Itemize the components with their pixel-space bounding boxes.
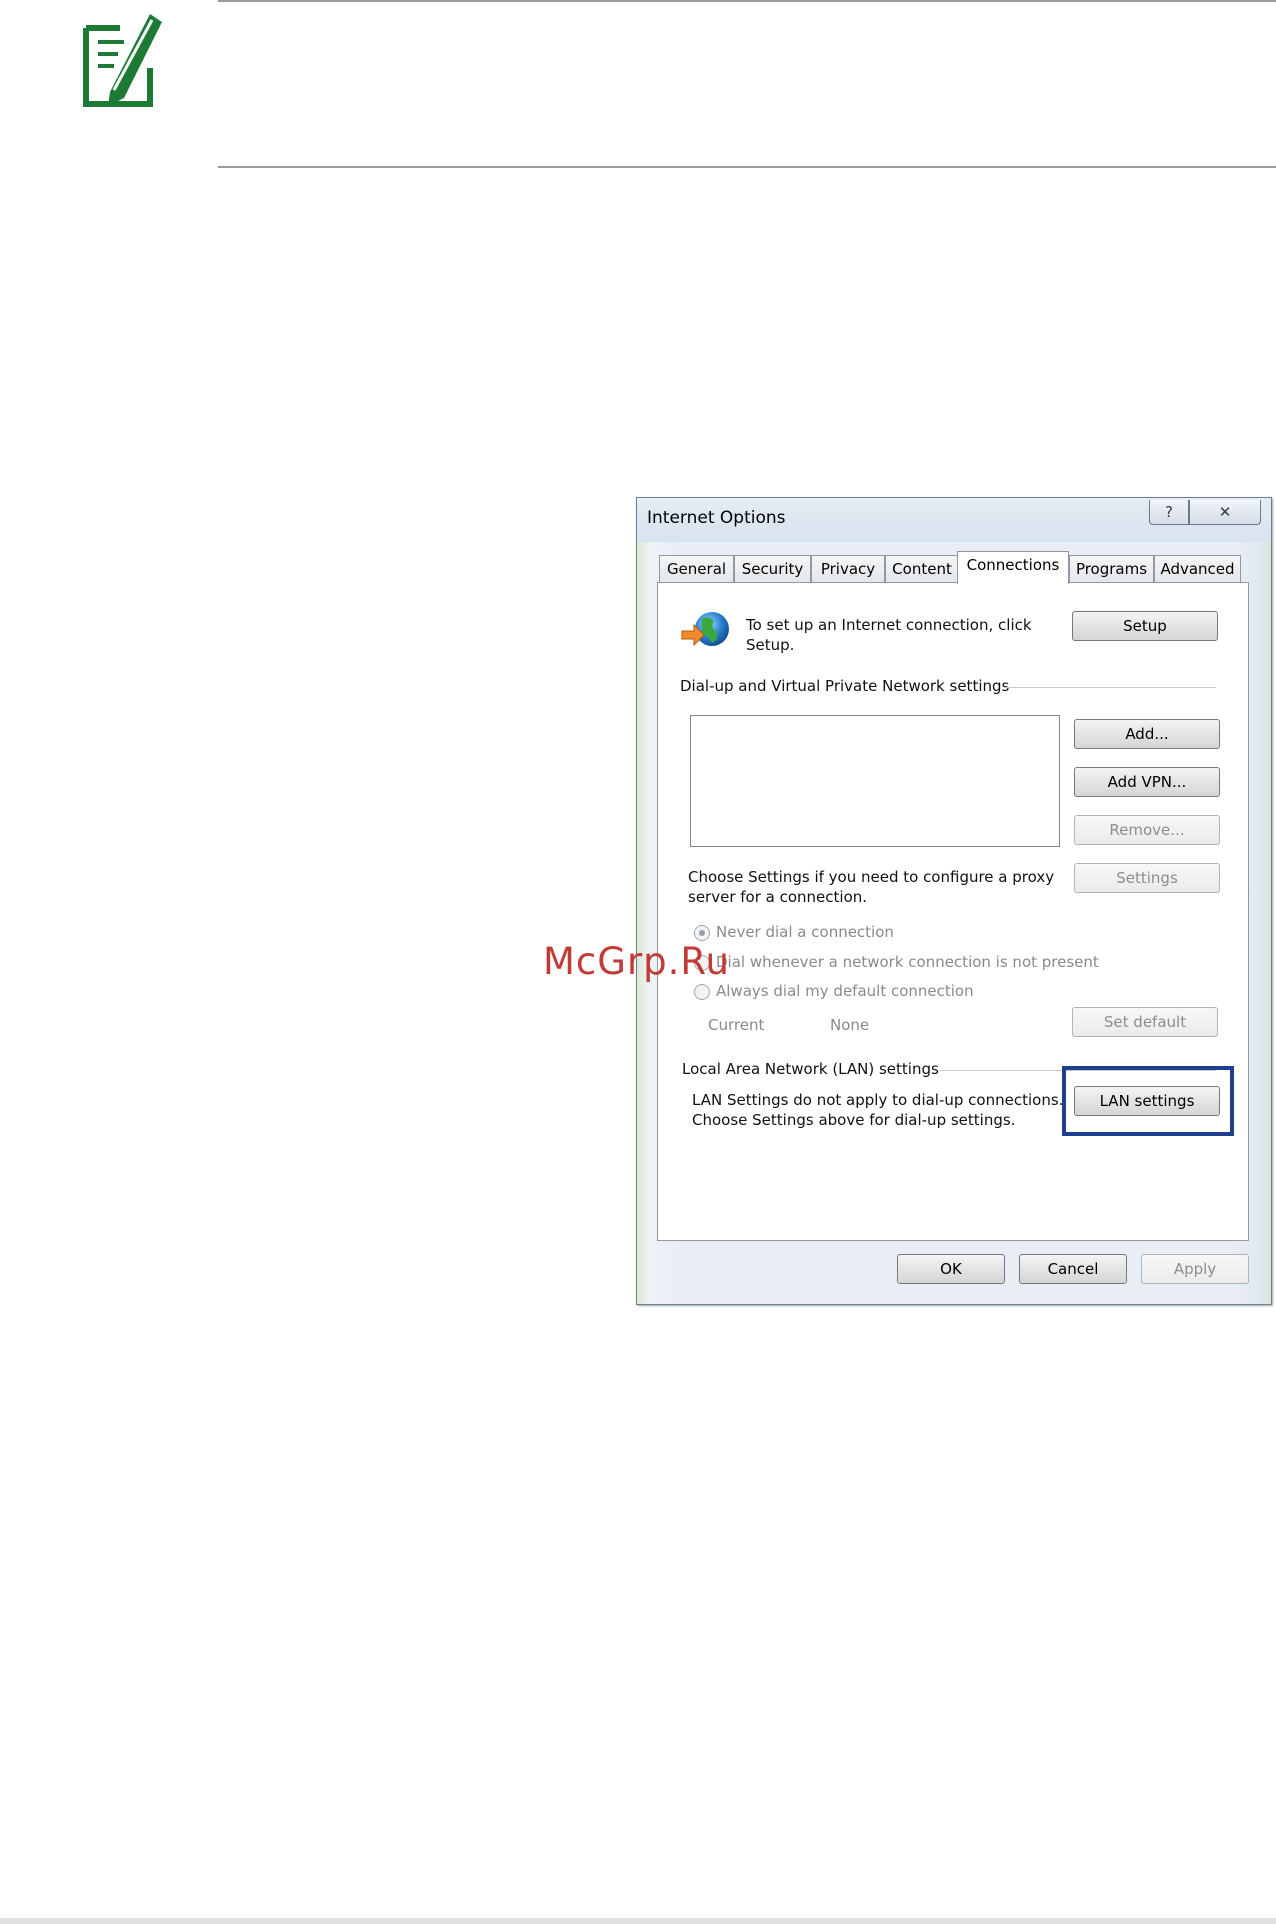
note-rule-top (218, 0, 1276, 2)
help-button[interactable]: ? (1149, 500, 1189, 525)
close-icon: ✕ (1218, 503, 1232, 521)
radio-never-dial-label: Never dial a connection (716, 923, 894, 941)
current-label: Current (708, 1016, 765, 1034)
tab-connections[interactable]: Connections (957, 551, 1069, 584)
internet-options-dialog: Internet Options ? ✕ General Security Pr… (636, 497, 1272, 1305)
tab-advanced[interactable]: Advanced (1154, 555, 1241, 582)
tab-general[interactable]: General (659, 555, 734, 582)
close-button[interactable]: ✕ (1189, 500, 1261, 525)
setup-button[interactable]: Setup (1072, 611, 1218, 641)
current-value: None (830, 1016, 870, 1034)
lan-text-line2: Choose Settings above for dial-up settin… (692, 1111, 1016, 1129)
note-pencil-icon (80, 8, 166, 108)
connections-panel: To set up an Internet connection, click … (657, 582, 1249, 1241)
help-icon: ? (1165, 503, 1173, 521)
setup-text-line1: To set up an Internet connection, click (746, 616, 1032, 634)
apply-button[interactable]: Apply (1141, 1254, 1249, 1284)
ok-button[interactable]: OK (897, 1254, 1005, 1284)
add-vpn-button[interactable]: Add VPN... (1074, 767, 1220, 797)
globe-connection-icon (680, 609, 732, 653)
lan-text-line1: LAN Settings do not apply to dial-up con… (692, 1091, 1064, 1109)
cancel-button[interactable]: Cancel (1019, 1254, 1127, 1284)
set-default-button[interactable]: Set default (1072, 1007, 1218, 1037)
radio-always-dial-label: Always dial my default connection (716, 982, 974, 1000)
proxy-text-line1: Choose Settings if you need to configure… (688, 868, 1055, 886)
add-button[interactable]: Add... (1074, 719, 1220, 749)
connections-list[interactable] (690, 715, 1060, 847)
dialup-heading: Dial-up and Virtual Private Network sett… (680, 677, 1010, 695)
lan-heading: Local Area Network (LAN) settings (682, 1060, 939, 1078)
page-footer-bar (0, 1918, 1276, 1924)
tab-security[interactable]: Security (734, 555, 811, 582)
dialog-title: Internet Options (647, 508, 786, 528)
title-bar: Internet Options ? ✕ (637, 498, 1271, 542)
radio-never-dial[interactable] (694, 925, 710, 941)
note-rule-bottom (218, 166, 1276, 168)
tab-privacy[interactable]: Privacy (811, 555, 885, 582)
setup-text-line2: Setup. (746, 636, 795, 654)
watermark: McGrp.Ru (543, 940, 730, 983)
dialup-divider (1004, 687, 1216, 688)
lan-settings-highlight-box (1062, 1066, 1234, 1136)
radio-dial-whenever-label: Dial whenever a network connection is no… (716, 953, 1099, 971)
settings-button[interactable]: Settings (1074, 863, 1220, 893)
tab-programs[interactable]: Programs (1069, 555, 1154, 582)
tab-content[interactable]: Content (885, 555, 959, 582)
radio-always-dial[interactable] (694, 984, 710, 1000)
remove-button[interactable]: Remove... (1074, 815, 1220, 845)
proxy-text-line2: server for a connection. (688, 888, 868, 906)
